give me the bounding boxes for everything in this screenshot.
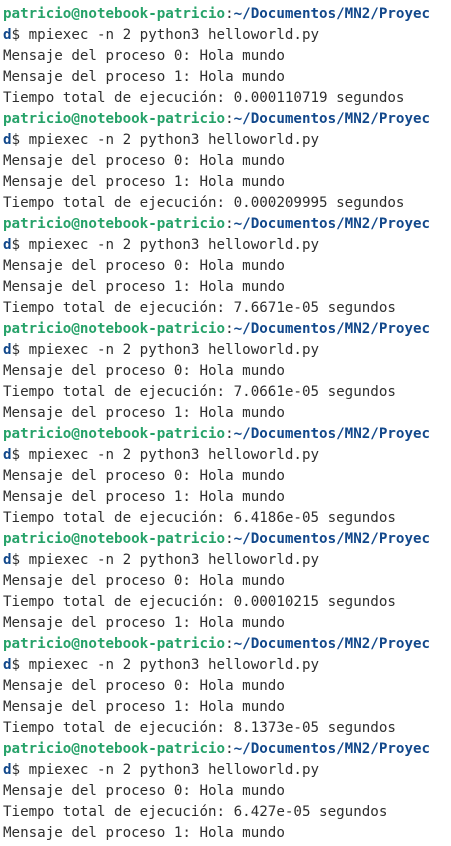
command-line: d$ mpiexec -n 2 python3 helloworld.py (3, 130, 451, 151)
output-line: Mensaje del proceso 1: Hola mundo (3, 279, 285, 295)
prompt-line: patricio@notebook-patricio:~/Documentos/… (3, 529, 451, 550)
output-line: Mensaje del proceso 1: Hola mundo (3, 69, 285, 85)
command-line: d$ mpiexec -n 2 python3 helloworld.py (3, 760, 451, 781)
prompt-symbol: $ (11, 447, 29, 463)
prompt-line: patricio@notebook-patricio:~/Documentos/… (3, 214, 451, 235)
command-line: d$ mpiexec -n 2 python3 helloworld.py (3, 235, 451, 256)
prompt-path-wrap: d (3, 447, 12, 463)
prompt-path: ~/Documentos/MN2/Proyec (233, 636, 431, 652)
command-text: mpiexec -n 2 python3 helloworld.py (28, 447, 320, 463)
prompt-line: patricio@notebook-patricio:~/Documentos/… (3, 739, 451, 760)
prompt-separator: : (225, 216, 234, 232)
prompt-line: patricio@notebook-patricio:~/Documentos/… (3, 424, 451, 445)
prompt-separator: : (225, 741, 234, 757)
output-line: Mensaje del proceso 0: Hola mundo (3, 153, 285, 169)
output-line: Tiempo total de ejecución: 7.0661e-05 se… (3, 384, 396, 400)
prompt-separator: : (225, 6, 234, 22)
command-line: d$ mpiexec -n 2 python3 helloworld.py (3, 655, 451, 676)
output-line: Mensaje del proceso 0: Hola mundo (3, 468, 285, 484)
output-line: Tiempo total de ejecución: 8.1373e-05 se… (3, 720, 396, 736)
prompt-line: patricio@notebook-patricio:~/Documentos/… (3, 319, 451, 340)
output-line: Mensaje del proceso 0: Hola mundo (3, 258, 285, 274)
prompt-path-wrap: d (3, 762, 12, 778)
prompt-symbol: $ (11, 762, 29, 778)
prompt-line: patricio@notebook-patricio:~/Documentos/… (3, 109, 451, 130)
prompt-symbol: $ (11, 657, 29, 673)
prompt-user-host: patricio@notebook-patricio (3, 216, 226, 232)
prompt-separator: : (225, 111, 234, 127)
output-line: Mensaje del proceso 1: Hola mundo (3, 174, 285, 190)
prompt-path: ~/Documentos/MN2/Proyec (233, 111, 431, 127)
prompt-symbol: $ (11, 552, 29, 568)
output-line: Tiempo total de ejecución: 0.000209995 s… (3, 195, 405, 211)
command-text: mpiexec -n 2 python3 helloworld.py (28, 552, 320, 568)
prompt-path-wrap: d (3, 132, 12, 148)
prompt-path: ~/Documentos/MN2/Proyec (233, 321, 431, 337)
prompt-user-host: patricio@notebook-patricio (3, 321, 226, 337)
output-line: Mensaje del proceso 0: Hola mundo (3, 783, 285, 799)
prompt-separator: : (225, 531, 234, 547)
prompt-path: ~/Documentos/MN2/Proyec (233, 741, 431, 757)
terminal-output[interactable]: patricio@notebook-patricio:~/Documentos/… (0, 0, 451, 846)
output-line: Tiempo total de ejecución: 0.000110719 s… (3, 90, 405, 106)
output-line: Tiempo total de ejecución: 6.427e-05 seg… (3, 804, 388, 820)
output-line: Tiempo total de ejecución: 0.00010215 se… (3, 594, 396, 610)
prompt-user-host: patricio@notebook-patricio (3, 6, 226, 22)
output-line: Mensaje del proceso 0: Hola mundo (3, 363, 285, 379)
prompt-path-wrap: d (3, 552, 12, 568)
output-line: Mensaje del proceso 0: Hola mundo (3, 48, 285, 64)
prompt-symbol: $ (11, 342, 29, 358)
command-text: mpiexec -n 2 python3 helloworld.py (28, 657, 320, 673)
output-line: Mensaje del proceso 1: Hola mundo (3, 489, 285, 505)
prompt-symbol: $ (11, 132, 29, 148)
output-line: Mensaje del proceso 1: Hola mundo (3, 615, 285, 631)
prompt-symbol: $ (11, 27, 29, 43)
prompt-path: ~/Documentos/MN2/Proyec (233, 531, 431, 547)
prompt-path-wrap: d (3, 27, 12, 43)
command-text: mpiexec -n 2 python3 helloworld.py (28, 237, 320, 253)
prompt-user-host: patricio@notebook-patricio (3, 531, 226, 547)
command-text: mpiexec -n 2 python3 helloworld.py (28, 132, 320, 148)
prompt-path-wrap: d (3, 342, 12, 358)
prompt-separator: : (225, 636, 234, 652)
command-line: d$ mpiexec -n 2 python3 helloworld.py (3, 25, 451, 46)
prompt-user-host: patricio@notebook-patricio (3, 426, 226, 442)
prompt-path: ~/Documentos/MN2/Proyec (233, 426, 431, 442)
prompt-path: ~/Documentos/MN2/Proyec (233, 216, 431, 232)
output-line: Mensaje del proceso 0: Hola mundo (3, 678, 285, 694)
prompt-separator: : (225, 321, 234, 337)
command-text: mpiexec -n 2 python3 helloworld.py (28, 27, 320, 43)
command-text: mpiexec -n 2 python3 helloworld.py (28, 762, 320, 778)
output-line: Mensaje del proceso 1: Hola mundo (3, 405, 285, 421)
command-line: d$ mpiexec -n 2 python3 helloworld.py (3, 445, 451, 466)
output-line: Mensaje del proceso 0: Hola mundo (3, 573, 285, 589)
prompt-user-host: patricio@notebook-patricio (3, 741, 226, 757)
command-line: d$ mpiexec -n 2 python3 helloworld.py (3, 550, 451, 571)
prompt-separator: : (225, 426, 234, 442)
command-text: mpiexec -n 2 python3 helloworld.py (28, 342, 320, 358)
prompt-symbol: $ (11, 237, 29, 253)
output-line: Mensaje del proceso 1: Hola mundo (3, 699, 285, 715)
command-line: d$ mpiexec -n 2 python3 helloworld.py (3, 340, 451, 361)
prompt-path: ~/Documentos/MN2/Proyec (233, 6, 431, 22)
prompt-line: patricio@notebook-patricio:~/Documentos/… (3, 4, 451, 25)
prompt-user-host: patricio@notebook-patricio (3, 636, 226, 652)
output-line: Tiempo total de ejecución: 7.6671e-05 se… (3, 300, 396, 316)
output-line: Tiempo total de ejecución: 6.4186e-05 se… (3, 510, 396, 526)
prompt-line: patricio@notebook-patricio:~/Documentos/… (3, 634, 451, 655)
prompt-user-host: patricio@notebook-patricio (3, 111, 226, 127)
prompt-path-wrap: d (3, 237, 12, 253)
output-line: Mensaje del proceso 1: Hola mundo (3, 825, 285, 841)
prompt-path-wrap: d (3, 657, 12, 673)
